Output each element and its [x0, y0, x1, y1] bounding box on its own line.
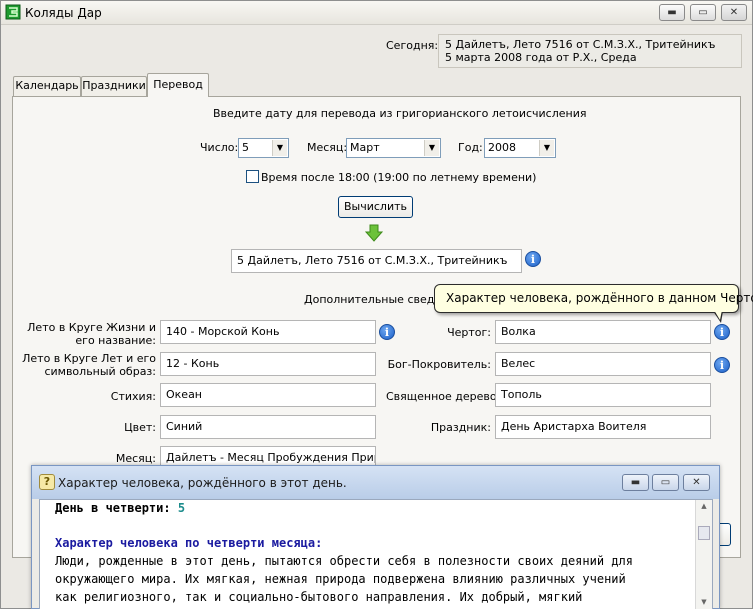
minimize-icon: ▬	[667, 7, 677, 18]
character-text-line-2: окружающего мира. Их мягкая, нежная прир…	[55, 572, 626, 586]
tab-conversion-label: Перевод	[153, 78, 203, 91]
quarter-day-label: День в четверти:	[55, 501, 171, 515]
day-select[interactable]: 5 ▼	[238, 138, 289, 158]
tooltip-tail-fill	[714, 310, 722, 320]
year-select[interactable]: 2008 ▼	[484, 138, 556, 158]
close-icon: ✕	[692, 477, 701, 488]
character-popup-window: ? Характер человека, рождённого в этот д…	[31, 465, 720, 609]
element-label: Стихия:	[110, 390, 156, 403]
calculate-button-label: Вычислить	[344, 200, 407, 213]
day-value: 5	[242, 141, 249, 154]
year-label: Год:	[458, 141, 483, 154]
scroll-down-icon[interactable]: ▼	[698, 598, 710, 608]
day-label: Число:	[200, 141, 239, 154]
tab-conversion[interactable]: Перевод	[147, 73, 209, 97]
today-box: 5 Дайлетъ, Лето 7516 от С.М.З.Х., Тритей…	[438, 34, 742, 68]
minimize-button[interactable]: ▬	[659, 4, 685, 21]
sacred-tree-label: Священное дерево:	[386, 390, 501, 403]
minimize-icon: ▬	[630, 477, 641, 488]
character-heading: Характер человека по четверти месяца:	[55, 536, 323, 550]
close-button[interactable]: ✕	[721, 4, 747, 21]
chevron-down-icon: ▼	[424, 140, 439, 156]
maximize-button[interactable]: ▭	[690, 4, 716, 21]
hall-tooltip: Характер человека, рождённого в данном Ч…	[434, 284, 753, 313]
month-value: Март	[350, 141, 380, 154]
patron-god-label: Бог-Покровитель:	[387, 358, 491, 371]
today-slavic-date: 5 Дайлетъ, Лето 7516 от С.М.З.Х., Тритей…	[445, 38, 716, 51]
life-circle-label: Лето в Круге Жизни и его название:	[27, 321, 156, 347]
maximize-icon: ▭	[698, 7, 708, 18]
today-label: Сегодня:	[386, 39, 439, 52]
calculate-button[interactable]: Вычислить	[338, 196, 413, 218]
scroll-thumb[interactable]	[698, 526, 710, 540]
popup-content[interactable]: День в четверти: 5 Характер человека по …	[39, 499, 713, 609]
app-icon	[5, 4, 21, 20]
character-text-line-1: Люди, рожденные в этот день, пытаются об…	[55, 554, 633, 568]
popup-scrollbar[interactable]: ▲ ▼	[695, 500, 712, 609]
hall-info-icon[interactable]: i	[714, 324, 730, 340]
help-icon: ?	[39, 474, 55, 490]
holiday-label: Праздник:	[430, 421, 491, 434]
quarter-day-value: 5	[177, 501, 186, 515]
color-field[interactable]: Синий	[160, 415, 376, 439]
popup-title: Характер человека, рождённого в этот ден…	[58, 476, 347, 490]
year-circle-label: Лето в Круге Лет и его символьный образ:	[22, 352, 156, 378]
arrow-down-icon	[365, 224, 383, 242]
month-select[interactable]: Март ▼	[346, 138, 441, 158]
year-value: 2008	[488, 141, 516, 154]
scroll-up-icon[interactable]: ▲	[698, 502, 710, 512]
quarter-day-line: День в четверти: 5	[55, 501, 185, 515]
extra-heading: Дополнительные сведени	[304, 293, 456, 306]
result-info-icon[interactable]: i	[525, 251, 541, 267]
tab-holidays[interactable]: Праздники	[81, 76, 147, 96]
life-circle-field[interactable]: 140 - Морской Конь	[160, 320, 376, 344]
tab-calendar[interactable]: Календарь	[13, 76, 81, 96]
month-name-label: Месяц:	[115, 452, 156, 465]
character-text-line-3: как религиозного, так и социально-бытово…	[55, 590, 583, 604]
patron-god-info-icon[interactable]: i	[714, 357, 730, 373]
holiday-field[interactable]: День Аристарха Воителя	[495, 415, 711, 439]
hall-field[interactable]: Волка	[495, 320, 711, 344]
sacred-tree-field[interactable]: Тополь	[495, 383, 711, 407]
patron-god-field[interactable]: Велес	[495, 352, 711, 376]
hall-label: Чертог:	[447, 326, 491, 339]
today-gregorian-date: 5 марта 2008 года от Р.Х., Среда	[445, 51, 637, 64]
evening-checkbox[interactable]	[246, 170, 259, 183]
element-field[interactable]: Океан	[160, 383, 376, 407]
color-label: Цвет:	[124, 421, 156, 434]
year-circle-field[interactable]: 12 - Конь	[160, 352, 376, 376]
chevron-down-icon: ▼	[272, 140, 287, 156]
close-icon: ✕	[729, 7, 739, 18]
tab-holidays-label: Праздники	[82, 79, 146, 92]
result-field[interactable]: 5 Дайлетъ, Лето 7516 от С.М.З.Х., Тритей…	[231, 249, 522, 273]
title-bar[interactable]: Коляды Дар ▬ ▭ ✕	[1, 1, 752, 25]
month-label: Месяц:	[307, 141, 348, 154]
popup-minimize-button[interactable]: ▬	[622, 474, 649, 491]
chevron-down-icon: ▼	[539, 140, 554, 156]
tab-calendar-label: Календарь	[15, 79, 79, 92]
maximize-icon: ▭	[660, 477, 671, 488]
evening-checkbox-label[interactable]: Время после 18:00 (19:00 по летнему врем…	[261, 171, 536, 184]
conversion-prompt: Введите дату для перевода из григорианск…	[213, 107, 587, 120]
popup-close-button[interactable]: ✕	[683, 474, 710, 491]
popup-title-bar[interactable]: ? Характер человека, рождённого в этот д…	[32, 466, 719, 499]
window-title: Коляды Дар	[25, 6, 102, 20]
popup-maximize-button[interactable]: ▭	[652, 474, 679, 491]
